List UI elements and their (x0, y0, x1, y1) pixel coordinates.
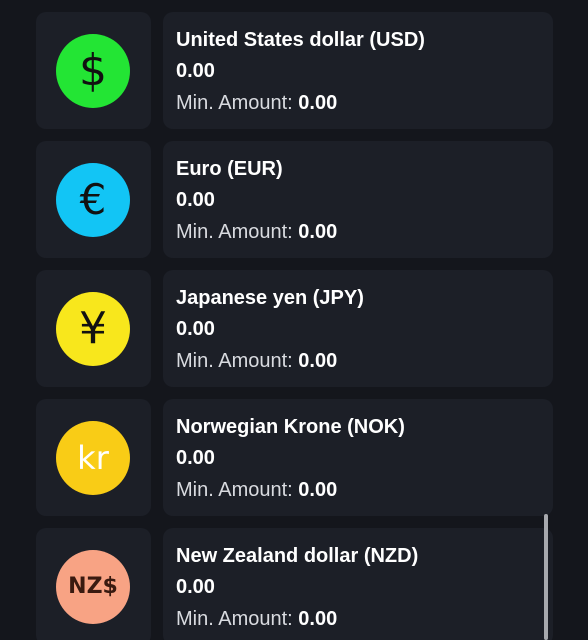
currency-icon-card: $ (36, 12, 151, 129)
min-amount-value: 0.00 (298, 608, 338, 630)
min-amount-label: Min. Amount: (176, 608, 293, 630)
currency-balance: 0.00 (176, 60, 215, 82)
min-amount: Min. Amount: 0.00 (176, 221, 337, 244)
yen-sign-icon: ¥ (56, 292, 130, 366)
currency-balance: 0.00 (176, 576, 215, 598)
currency-icon-card: € (36, 141, 151, 258)
nzd-sign-icon: NZ$ (56, 550, 130, 624)
min-amount-label: Min. Amount: (176, 479, 293, 501)
dollar-sign-icon: $ (56, 34, 130, 108)
currency-info-card: United States dollar (USD) 0.00 Min. Amo… (163, 12, 553, 129)
min-amount-value: 0.00 (298, 221, 338, 243)
currency-symbol: ¥ (79, 303, 107, 354)
currency-name: Norwegian Krone (NOK) (176, 416, 405, 438)
min-amount-label: Min. Amount: (176, 92, 293, 114)
currency-symbol: € (79, 175, 107, 224)
currency-symbol: NZ$ (68, 574, 118, 599)
min-amount: Min. Amount: 0.00 (176, 608, 337, 631)
currency-row-usd[interactable]: $ United States dollar (USD) 0.00 Min. A… (0, 12, 588, 129)
currency-row-jpy[interactable]: ¥ Japanese yen (JPY) 0.00 Min. Amount: 0… (0, 270, 588, 387)
min-amount-value: 0.00 (298, 479, 338, 501)
currency-list: $ United States dollar (USD) 0.00 Min. A… (0, 12, 588, 640)
min-amount: Min. Amount: 0.00 (176, 350, 337, 373)
min-amount-label: Min. Amount: (176, 221, 293, 243)
min-amount: Min. Amount: 0.00 (176, 92, 337, 115)
currency-row-eur[interactable]: € Euro (EUR) 0.00 Min. Amount: 0.00 (0, 141, 588, 258)
currency-info-card: New Zealand dollar (NZD) 0.00 Min. Amoun… (163, 528, 553, 640)
currency-symbol: $ (79, 45, 107, 96)
currency-name: New Zealand dollar (NZD) (176, 545, 419, 567)
currency-symbol: kr (77, 439, 109, 477)
currency-name: United States dollar (USD) (176, 29, 425, 51)
currency-info-card: Japanese yen (JPY) 0.00 Min. Amount: 0.0… (163, 270, 553, 387)
currency-list-screen: $ United States dollar (USD) 0.00 Min. A… (0, 0, 588, 640)
currency-icon-card: ¥ (36, 270, 151, 387)
currency-row-nzd[interactable]: NZ$ New Zealand dollar (NZD) 0.00 Min. A… (0, 528, 588, 640)
min-amount: Min. Amount: 0.00 (176, 479, 337, 502)
currency-icon-card: kr (36, 399, 151, 516)
min-amount-value: 0.00 (298, 350, 338, 372)
currency-balance: 0.00 (176, 189, 215, 211)
currency-row-nok[interactable]: kr Norwegian Krone (NOK) 0.00 Min. Amoun… (0, 399, 588, 516)
euro-sign-icon: € (56, 163, 130, 237)
currency-balance: 0.00 (176, 447, 215, 469)
scrollbar[interactable] (544, 514, 548, 640)
currency-name: Euro (EUR) (176, 158, 283, 180)
min-amount-value: 0.00 (298, 92, 338, 114)
min-amount-label: Min. Amount: (176, 350, 293, 372)
krone-sign-icon: kr (56, 421, 130, 495)
currency-icon-card: NZ$ (36, 528, 151, 640)
currency-info-card: Euro (EUR) 0.00 Min. Amount: 0.00 (163, 141, 553, 258)
currency-info-card: Norwegian Krone (NOK) 0.00 Min. Amount: … (163, 399, 553, 516)
currency-name: Japanese yen (JPY) (176, 287, 364, 309)
currency-balance: 0.00 (176, 318, 215, 340)
